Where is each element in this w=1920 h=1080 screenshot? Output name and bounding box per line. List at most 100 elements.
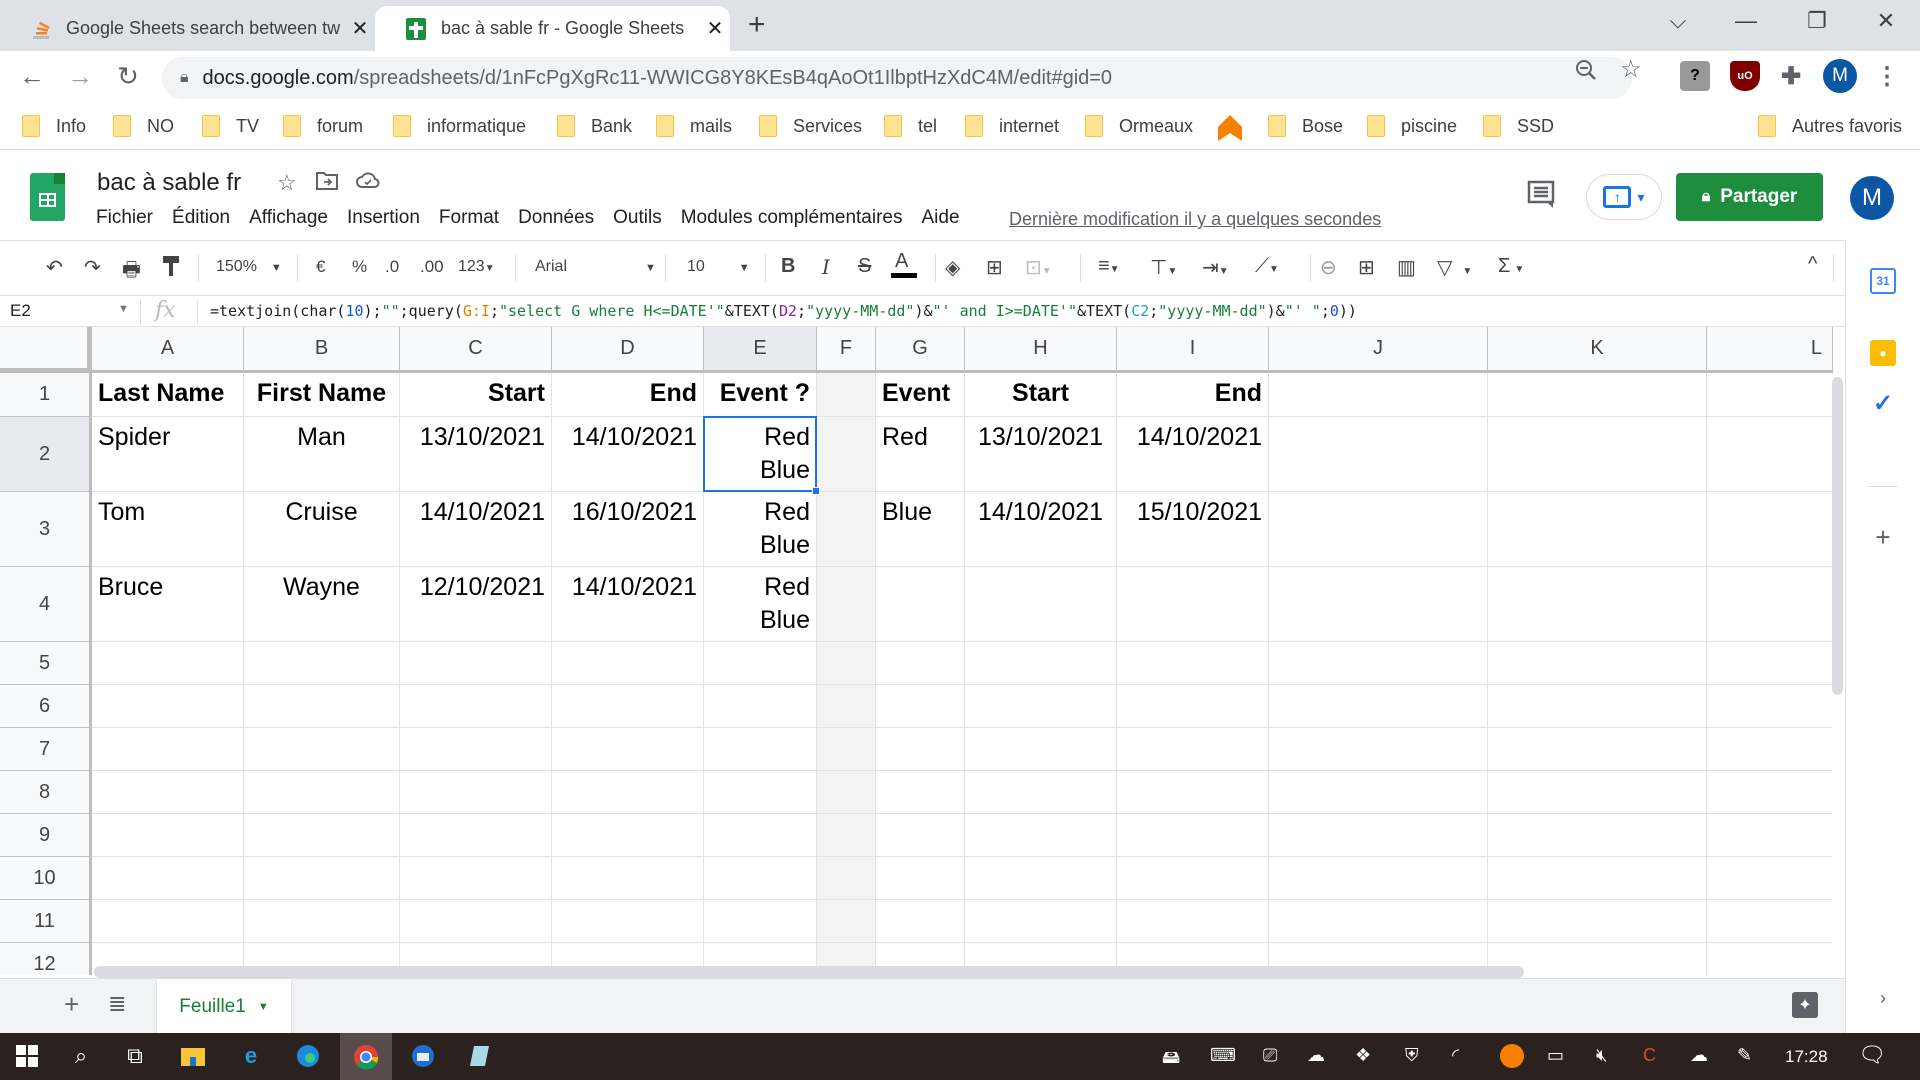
paint-format-icon[interactable] [162,255,180,283]
bold-button[interactable]: B [781,255,795,278]
dropbox-icon[interactable]: ❖ [1355,1045,1371,1066]
menu-file[interactable]: Fichier [96,207,153,229]
borders-icon[interactable]: ⊞ [986,255,1003,280]
cell-a8[interactable] [92,771,244,814]
cell-h1[interactable]: Start [965,373,1117,417]
tasks-icon[interactable]: ✓ [1870,390,1896,417]
cell-d6[interactable] [552,685,704,728]
browser-tab-sheets[interactable]: bac à sable fr - Google Sheets ✕ [375,6,730,51]
password-extension-icon[interactable]: ? [1680,61,1710,91]
row-header-4[interactable]: 4 [0,567,92,642]
cell-g3[interactable]: Blue [876,492,965,567]
cell-e3[interactable]: Red Blue [704,492,817,567]
close-tab-icon[interactable]: ✕ [700,16,730,41]
bookmark-folder[interactable]: Bank [557,115,632,137]
cell-h4[interactable] [965,567,1117,642]
onedrive-icon[interactable]: ☁︎ [1690,1045,1708,1066]
filter-icon[interactable]: ▽ ▼ [1437,255,1472,280]
cell-l11[interactable] [1707,900,1833,943]
windows-start-icon[interactable] [12,1041,42,1071]
star-icon[interactable]: ☆ [277,170,297,196]
cell-j10[interactable] [1269,857,1488,900]
back-arrow-icon[interactable]: ← [12,61,52,92]
cell-g8[interactable] [876,771,965,814]
bookmark-folder[interactable]: SSD [1483,115,1554,137]
ublock-icon[interactable]: uO [1730,61,1760,91]
close-window-button[interactable]: ✕ [1866,8,1906,34]
spreadsheet-grid[interactable]: A B C D E F G H I J K L 1 Last Name First Name Start End… [0,327,1833,975]
cell-a7[interactable] [92,728,244,771]
cell-k11[interactable] [1488,900,1707,943]
network-drive-disconnected-icon[interactable]: 🖴︎ [1162,1045,1180,1075]
cell-j2[interactable] [1269,417,1488,492]
address-bar[interactable]: 🔒︎ docs.google.com/spreadsheets/d/1nFcPg… [162,57,1632,99]
merge-cells-icon[interactable]: ⊡▼ [1025,255,1052,280]
cell-j4[interactable] [1269,567,1488,642]
tab-search-icon[interactable]: ⌵ [1658,8,1698,34]
cell-l9[interactable] [1707,814,1833,857]
bookmark-folder[interactable]: Services [759,115,862,137]
menu-edit[interactable]: Édition [172,207,230,229]
cell-c4[interactable]: 12/10/2021 [400,567,552,642]
cell-l3[interactable] [1707,492,1833,567]
cell-c8[interactable] [400,771,552,814]
column-header-a[interactable]: A [92,327,244,373]
format-currency-button[interactable]: € [316,257,325,277]
add-sheet-button[interactable]: + [64,989,79,1020]
bookmark-folder[interactable]: NO [113,115,174,137]
cell-b9[interactable] [244,814,400,857]
undo-icon[interactable]: ↶ [46,255,63,280]
fill-color-icon[interactable]: ◈ [945,255,960,280]
row-header-5[interactable]: 5 [0,642,92,685]
menu-addons[interactable]: Modules complémentaires [681,207,903,229]
column-header-c[interactable]: C [400,327,552,373]
cell-f2[interactable] [817,417,876,492]
column-header-f[interactable]: F [817,327,876,373]
calendar-icon[interactable]: 31 [1870,268,1896,294]
row-header-6[interactable]: 6 [0,685,92,728]
cell-c1[interactable]: Start [400,373,552,417]
cell-b1[interactable]: First Name [244,373,400,417]
cell-h10[interactable] [965,857,1117,900]
cell-k3[interactable] [1488,492,1707,567]
column-header-b[interactable]: B [244,327,400,373]
cell-l2[interactable] [1707,417,1833,492]
cell-c6[interactable] [400,685,552,728]
menu-help[interactable]: Aide [921,207,959,229]
notepad-icon[interactable] [465,1041,495,1071]
cell-h3[interactable]: 14/10/2021 [965,492,1117,567]
redo-icon[interactable]: ↷ [84,255,101,280]
cell-l12[interactable] [1707,943,1833,975]
bookmark-folder[interactable]: forum [283,115,363,137]
cell-i3[interactable]: 15/10/2021 [1117,492,1269,567]
reload-icon[interactable]: ↻ [108,61,148,92]
profile-avatar[interactable]: M [1823,59,1857,93]
bookmark-folder[interactable]: piscine [1367,115,1457,137]
cell-g5[interactable] [876,642,965,685]
cell-i10[interactable] [1117,857,1269,900]
increase-decimals-button[interactable]: .00 [420,257,444,277]
cell-l8[interactable] [1707,771,1833,814]
bookmark-folder[interactable]: TV [202,115,259,137]
cell-k2[interactable] [1488,417,1707,492]
cell-e6[interactable] [704,685,817,728]
cell-f10[interactable] [817,857,876,900]
cell-a1[interactable]: Last Name [92,373,244,417]
forward-arrow-icon[interactable]: → [60,61,100,92]
insert-chart-icon[interactable]: ▥ [1397,255,1416,280]
cell-l7[interactable] [1707,728,1833,771]
cell-b10[interactable] [244,857,400,900]
cell-j7[interactable] [1269,728,1488,771]
account-avatar[interactable]: M [1850,176,1894,220]
cell-l1[interactable] [1707,373,1833,417]
comment-history-icon[interactable] [1527,180,1555,217]
menu-format[interactable]: Format [439,207,499,229]
zoom-out-icon[interactable] [1574,58,1598,89]
bookmark-folder[interactable]: Info [22,115,86,137]
bookmark-folder[interactable]: tel [884,115,937,137]
row-header-2[interactable]: 2 [0,417,92,492]
cell-d5[interactable] [552,642,704,685]
row-header-1[interactable]: 1 [0,373,92,417]
cell-f9[interactable] [817,814,876,857]
chevron-down-icon[interactable]: ▼ [118,303,129,315]
